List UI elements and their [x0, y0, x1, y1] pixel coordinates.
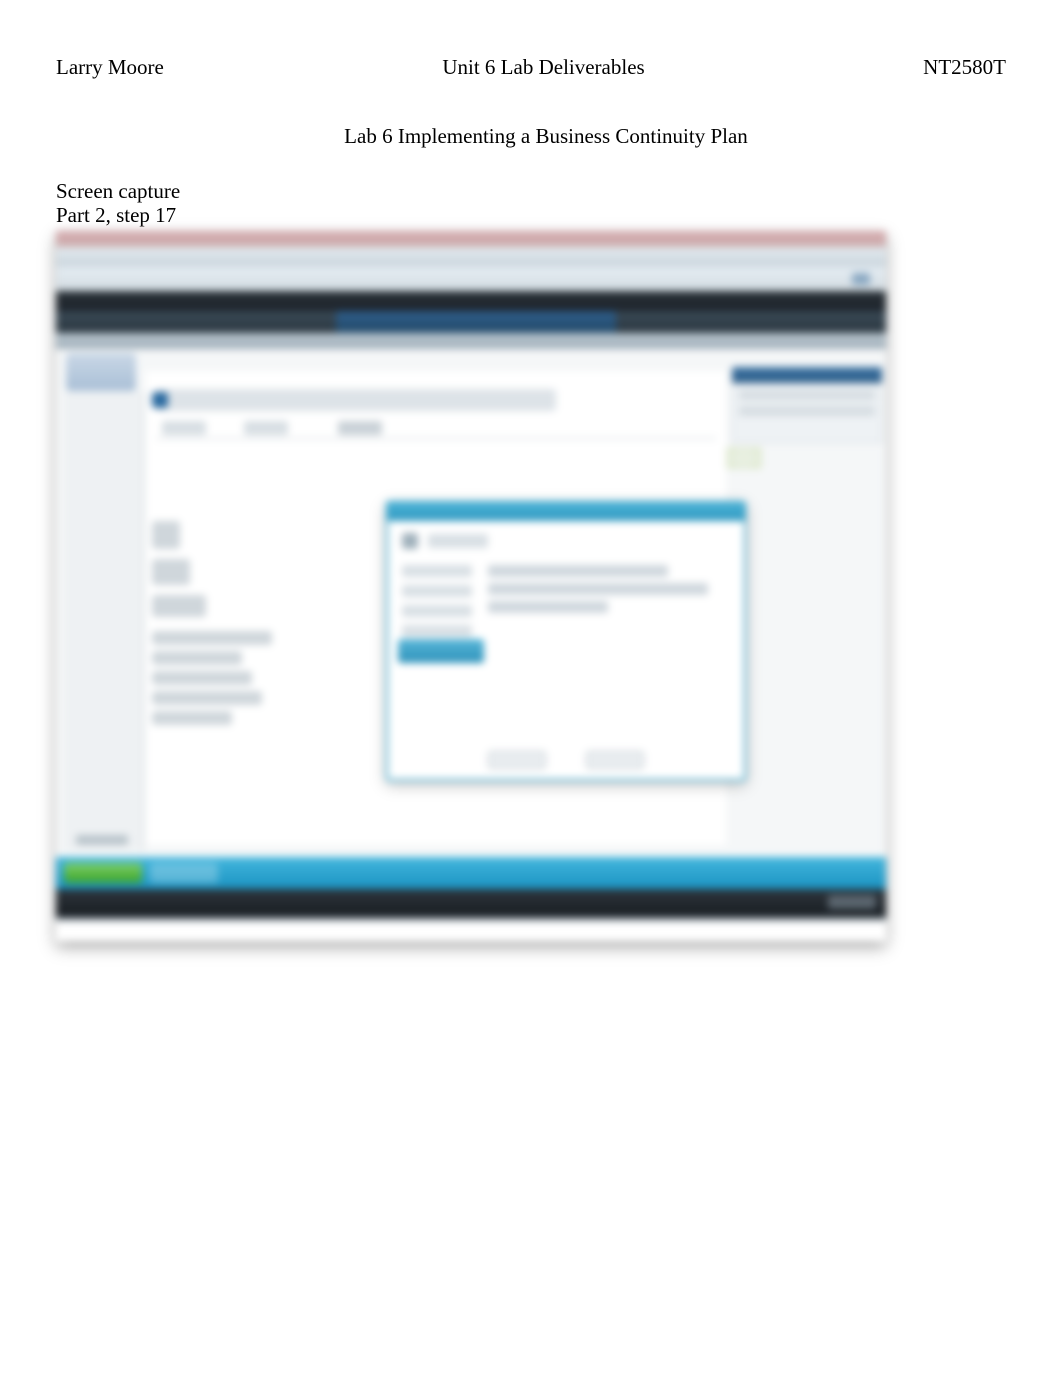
list-item [152, 651, 242, 665]
ribbon-tabs [56, 311, 886, 333]
field-value [488, 601, 608, 613]
status-bar [56, 889, 886, 917]
field-label [402, 605, 472, 617]
window-toolbar [56, 267, 886, 291]
checkbox-icon[interactable] [402, 533, 418, 549]
cancel-button[interactable] [586, 751, 644, 769]
right-panel-header [732, 367, 882, 383]
active-tab[interactable] [336, 311, 616, 333]
window-bottom-border [56, 917, 886, 921]
list-item [152, 691, 262, 705]
header-author: Larry Moore [56, 55, 164, 80]
status-bar-right [828, 895, 876, 909]
form-icon [152, 521, 180, 549]
lab-title: Lab 6 Implementing a Business Continuity… [286, 124, 806, 149]
field-label [402, 625, 472, 637]
field-label [402, 585, 472, 597]
content-tab[interactable] [244, 421, 288, 435]
dialog-primary-button[interactable] [398, 639, 484, 663]
dialog-left-column [402, 565, 472, 645]
right-panel-line [739, 406, 875, 416]
list-item [152, 631, 272, 645]
header-course-code: NT2580T [923, 55, 1006, 80]
dialog-titlebar [388, 503, 744, 521]
form-icon [152, 559, 190, 585]
left-nav-label [76, 835, 128, 845]
left-nav-button[interactable] [66, 353, 136, 391]
page-header: Larry Moore Unit 6 Lab Deliverables NT25… [56, 55, 1006, 80]
dialog-action-row [388, 751, 744, 769]
dialog-right-column [488, 565, 724, 619]
window-top-border [56, 231, 886, 247]
main-content [146, 371, 726, 845]
app-body [56, 349, 886, 857]
form-icon-group [152, 521, 262, 627]
list-item [152, 671, 252, 685]
page-heading-bar [156, 389, 556, 411]
content-tab[interactable] [338, 421, 382, 435]
thumbnail-icon [726, 447, 762, 469]
content-tab[interactable] [162, 421, 206, 435]
right-panel-body [732, 383, 882, 443]
left-nav-panel [64, 391, 144, 851]
right-panel-line [739, 390, 875, 400]
right-panel [732, 367, 882, 467]
field-label [402, 565, 472, 577]
caption-line-2: Part 2, step 17 [56, 203, 1006, 227]
list-item [152, 711, 232, 725]
checkbox-label [428, 534, 488, 548]
caption-line-1: Screen capture [56, 179, 1006, 203]
start-button[interactable] [64, 863, 142, 883]
form-icon [152, 595, 206, 617]
field-value [488, 583, 708, 595]
content-tabs [156, 421, 716, 439]
document-page: Larry Moore Unit 6 Lab Deliverables NT25… [0, 0, 1062, 996]
taskbar-app-button[interactable] [150, 863, 218, 883]
taskbar [56, 857, 886, 889]
app-header-bar [56, 291, 886, 311]
window-titlebar [56, 247, 886, 267]
sub-toolbar [56, 333, 886, 349]
ok-button[interactable] [488, 751, 546, 769]
dialog-option-row [402, 533, 488, 549]
form-list [152, 631, 292, 731]
modal-dialog [386, 501, 746, 781]
header-title: Unit 6 Lab Deliverables [442, 55, 644, 80]
field-value [488, 565, 668, 577]
embedded-screenshot [56, 231, 886, 941]
